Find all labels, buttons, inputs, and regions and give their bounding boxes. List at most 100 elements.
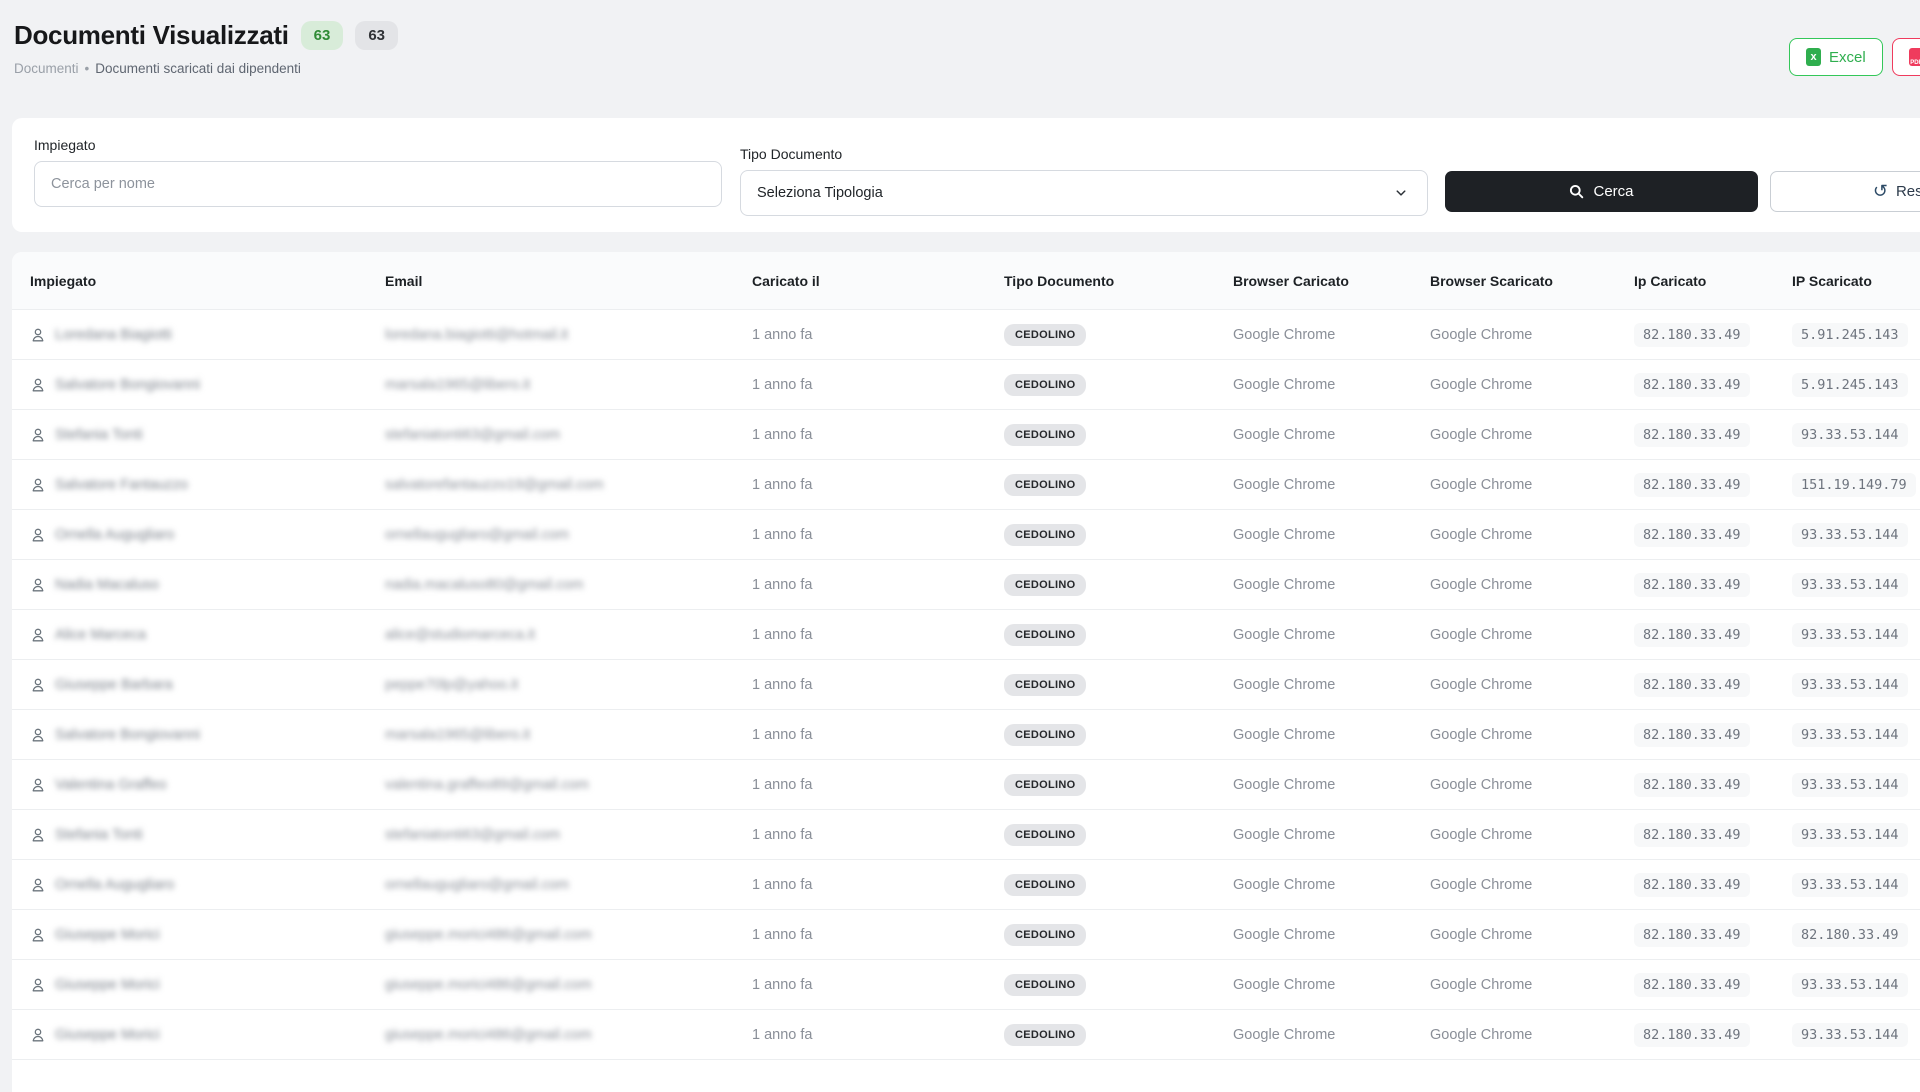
browser-downloaded: Google Chrome (1430, 426, 1533, 443)
employee-email: stefaniatonti63@gmail.com (385, 426, 561, 443)
browser-downloaded: Google Chrome (1430, 526, 1533, 543)
browser-uploaded: Google Chrome (1233, 476, 1336, 493)
table-row[interactable]: Ornella Augugliaro ornellaugugliaro@gmai… (12, 510, 1920, 560)
search-icon (1570, 184, 1584, 199)
page-header: Documenti Visualizzati 63 63 Documenti •… (0, 0, 1920, 98)
ip-downloaded: 93.33.53.144 (1792, 772, 1908, 797)
table-row[interactable]: Salvatore Fantauzzo salvatorefantauzzo19… (12, 460, 1920, 510)
ip-uploaded: 82.180.33.49 (1634, 822, 1750, 847)
ip-uploaded: 82.180.33.49 (1634, 772, 1750, 797)
browser-downloaded: Google Chrome (1430, 1026, 1533, 1043)
doc-type-select[interactable]: Seleziona Tipologia (740, 170, 1428, 216)
breadcrumb: Documenti • Documenti scaricati dai dipe… (14, 61, 1920, 76)
browser-uploaded: Google Chrome (1233, 376, 1336, 393)
uploaded-date: 1 anno fa (752, 776, 813, 793)
table-row[interactable]: Nadia Macaluso nadia.macaluso80@gmail.co… (12, 560, 1920, 610)
ip-downloaded: 93.33.53.144 (1792, 422, 1908, 447)
uploaded-date: 1 anno fa (752, 976, 813, 993)
column-header: Browser Scaricato (1430, 272, 1553, 289)
table-row[interactable]: Ornella Augugliaro ornellaugugliaro@gmai… (12, 860, 1920, 910)
employee-name: Stefania Tonti (55, 426, 143, 443)
employee-email: giuseppe.morici486@gmail.com (385, 976, 592, 993)
uploaded-date: 1 anno fa (752, 326, 813, 343)
ip-uploaded: 82.180.33.49 (1634, 422, 1750, 447)
employee-name: Giuseppe Morici (55, 926, 160, 943)
employee-name: Ornella Augugliaro (55, 876, 175, 893)
doc-type-filter-label: Tipo Documento (740, 146, 843, 162)
browser-downloaded: Google Chrome (1430, 676, 1533, 693)
table-row[interactable]: Giuseppe Morici giuseppe.morici486@gmail… (12, 1010, 1920, 1060)
doc-type-badge: CEDOLINO (1004, 623, 1087, 646)
table-row[interactable]: Alice Marceca alice@studiomarceca.it 1 a… (12, 610, 1920, 660)
doc-type-badge: CEDOLINO (1004, 673, 1087, 696)
employee-search-input[interactable] (34, 161, 722, 207)
search-button[interactable]: Cerca (1445, 171, 1758, 212)
table-row[interactable]: Giuseppe Barbara peppe70lp@yahoo.it 1 an… (12, 660, 1920, 710)
employee-email: marsala1965@libero.it (385, 376, 531, 393)
reset-button[interactable]: ↺ Reset (1770, 171, 1920, 212)
breadcrumb-parent[interactable]: Documenti (14, 61, 79, 76)
doc-type-badge: CEDOLINO (1004, 573, 1087, 596)
column-header: Email (385, 272, 423, 289)
browser-uploaded: Google Chrome (1233, 876, 1336, 893)
employee-email: marsala1965@libero.it (385, 726, 531, 743)
uploaded-date: 1 anno fa (752, 526, 813, 543)
employee-email: valentina.graffeo89@gmail.com (385, 776, 589, 793)
browser-uploaded: Google Chrome (1233, 676, 1336, 693)
export-excel-button[interactable]: x Excel (1789, 38, 1883, 76)
ip-downloaded: 93.33.53.144 (1792, 522, 1908, 547)
doc-type-badge: CEDOLINO (1004, 473, 1087, 496)
breadcrumb-current: Documenti scaricati dai dipendenti (95, 61, 301, 76)
browser-uploaded: Google Chrome (1233, 826, 1336, 843)
chevron-down-icon (1396, 190, 1406, 196)
export-pdf-button[interactable]: PDF PDF (1891, 38, 1920, 76)
doc-type-badge: CEDOLINO (1004, 323, 1087, 346)
ip-downloaded: 93.33.53.144 (1792, 872, 1908, 897)
doc-type-badge: CEDOLINO (1004, 923, 1087, 946)
employee-name: Giuseppe Morici (55, 976, 160, 993)
table-row[interactable]: Valentina Graffeo valentina.graffeo89@gm… (12, 760, 1920, 810)
ip-uploaded: 82.180.33.49 (1634, 672, 1750, 697)
person-icon (30, 377, 46, 393)
employee-name: Giuseppe Barbara (55, 676, 173, 693)
ip-downloaded: 93.33.53.144 (1792, 1022, 1908, 1047)
column-header: Tipo Documento (1004, 272, 1115, 289)
uploaded-date: 1 anno fa (752, 576, 813, 593)
employee-name: Salvatore Fantauzzo (55, 476, 188, 493)
browser-uploaded: Google Chrome (1233, 726, 1336, 743)
table-row[interactable]: Loredana Biagiotti loredana.biagiotti@ho… (12, 310, 1920, 360)
ip-uploaded: 82.180.33.49 (1634, 322, 1750, 347)
browser-uploaded: Google Chrome (1233, 426, 1336, 443)
table-row[interactable]: Giuseppe Morici giuseppe.morici486@gmail… (12, 960, 1920, 1010)
ip-uploaded: 82.180.33.49 (1634, 872, 1750, 897)
browser-downloaded: Google Chrome (1430, 926, 1533, 943)
uploaded-date: 1 anno fa (752, 826, 813, 843)
pdf-file-icon: PDF (1908, 48, 1920, 66)
doc-type-selected-value: Seleziona Tipologia (757, 185, 883, 201)
doc-type-badge: CEDOLINO (1004, 723, 1087, 746)
employee-name: Loredana Biagiotti (55, 326, 172, 343)
ip-downloaded: 5.91.245.143 (1792, 322, 1908, 347)
reset-icon: ↺ (1872, 180, 1888, 201)
employee-email: giuseppe.morici486@gmail.com (385, 926, 592, 943)
person-icon (30, 827, 46, 843)
breadcrumb-separator: • (84, 61, 90, 76)
employee-email: giuseppe.morici486@gmail.com (385, 1026, 592, 1043)
table-row[interactable]: Salvatore Bongiovanni marsala1965@libero… (12, 710, 1920, 760)
browser-uploaded: Google Chrome (1233, 576, 1336, 593)
browser-downloaded: Google Chrome (1430, 826, 1533, 843)
browser-uploaded: Google Chrome (1233, 526, 1336, 543)
ip-downloaded: 93.33.53.144 (1792, 672, 1908, 697)
uploaded-date: 1 anno fa (752, 726, 813, 743)
browser-downloaded: Google Chrome (1430, 776, 1533, 793)
table-row[interactable]: Giuseppe Morici giuseppe.morici486@gmail… (12, 910, 1920, 960)
employee-name: Ornella Augugliaro (55, 526, 175, 543)
ip-uploaded: 82.180.33.49 (1634, 622, 1750, 647)
table-row[interactable]: Salvatore Bongiovanni marsala1965@libero… (12, 360, 1920, 410)
table-row[interactable]: Stefania Tonti stefaniatonti63@gmail.com… (12, 810, 1920, 860)
employee-email: stefaniatonti63@gmail.com (385, 826, 561, 843)
browser-downloaded: Google Chrome (1430, 626, 1533, 643)
table-row[interactable]: Stefania Tonti stefaniatonti63@gmail.com… (12, 410, 1920, 460)
person-icon (30, 877, 46, 893)
employee-email: alice@studiomarceca.it (385, 626, 536, 643)
